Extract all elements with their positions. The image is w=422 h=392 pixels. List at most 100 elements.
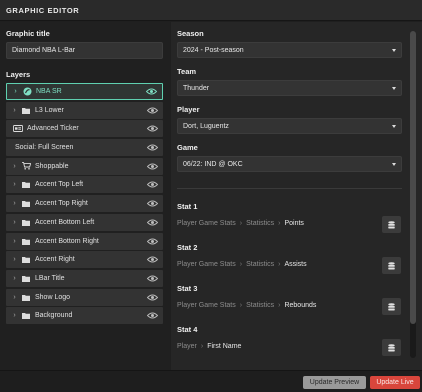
- layer-row[interactable]: › Accent Bottom Right: [6, 232, 163, 250]
- layer-name: Show Logo: [35, 293, 71, 301]
- folder-icon: [21, 180, 31, 190]
- update-preview-button[interactable]: Update Preview: [303, 376, 366, 389]
- visibility-eye-icon[interactable]: [145, 312, 159, 319]
- cart-icon: [21, 161, 31, 171]
- ticker-icon: [13, 124, 23, 134]
- breadcrumb-segment: Statistics: [246, 220, 275, 227]
- visibility-eye-icon[interactable]: [145, 238, 159, 245]
- stat-label: Stat 4: [177, 325, 198, 334]
- layer-name: Advanced Ticker: [27, 125, 79, 133]
- scrollbar-thumb[interactable]: [410, 31, 416, 324]
- database-icon: [388, 261, 395, 269]
- layer-row[interactable]: › Background: [6, 307, 163, 325]
- visibility-eye-icon[interactable]: [145, 181, 159, 188]
- chevron-right-icon[interactable]: ›: [10, 200, 19, 207]
- folder-icon: [21, 292, 31, 302]
- breadcrumb-leaf: Assists: [284, 261, 307, 268]
- layer-row[interactable]: › Accent Right: [6, 251, 163, 269]
- folder-icon: [21, 236, 31, 246]
- visibility-eye-icon[interactable]: [145, 107, 159, 114]
- chevron-right-icon[interactable]: ›: [10, 312, 19, 319]
- layer-name: Accent Top Right: [35, 200, 88, 208]
- stat-breadcrumb: Player Game Stats › Statistics › Rebounds: [177, 302, 316, 309]
- layer-row[interactable]: Social: Full Screen: [6, 139, 163, 157]
- stat-label: Stat 1: [177, 202, 198, 211]
- breadcrumb-leaf: Points: [284, 220, 304, 227]
- layer-row[interactable]: › Shoppable: [6, 157, 163, 175]
- player-select[interactable]: Dort, Luguentz: [177, 118, 402, 134]
- layer-row[interactable]: › Show Logo: [6, 288, 163, 306]
- caret-down-icon: [392, 49, 396, 52]
- layer-row[interactable]: › Accent Bottom Left: [6, 213, 163, 231]
- visibility-eye-icon[interactable]: [145, 144, 159, 151]
- stat-database-button[interactable]: [382, 216, 401, 233]
- chevron-right-icon[interactable]: ›: [10, 294, 19, 301]
- season-value: 2024 - Post-season: [183, 46, 244, 54]
- breadcrumb-segment: Player: [177, 343, 197, 350]
- folder-icon: [21, 273, 31, 283]
- chevron-right-icon[interactable]: ›: [10, 256, 19, 263]
- player-label: Player: [177, 105, 200, 114]
- layer-name: NBA SR: [36, 88, 62, 95]
- stat-breadcrumb: Player Game Stats › Statistics › Assists: [177, 261, 307, 268]
- layers-list: › NBA SR › L3 Lower Advanced Ticker Social: F…: [6, 83, 163, 326]
- visibility-eye-icon[interactable]: [145, 275, 159, 282]
- layers-label: Layers: [6, 70, 31, 79]
- chevron-right-icon: ›: [239, 220, 243, 227]
- layer-row[interactable]: Advanced Ticker: [6, 120, 163, 138]
- chevron-right-icon[interactable]: ›: [10, 181, 19, 188]
- breadcrumb-segment: Player Game Stats: [177, 220, 236, 227]
- graphic-title-label: Graphic title: [6, 29, 50, 38]
- visibility-eye-icon[interactable]: [144, 88, 158, 95]
- season-label: Season: [177, 29, 204, 38]
- team-select[interactable]: Thunder: [177, 80, 402, 96]
- scrollbar[interactable]: [410, 31, 416, 358]
- visibility-eye-icon[interactable]: [145, 125, 159, 132]
- update-live-button[interactable]: Update Live: [370, 376, 420, 389]
- layer-row[interactable]: › LBar Title: [6, 269, 163, 287]
- team-label: Team: [177, 67, 197, 76]
- layer-row[interactable]: › Accent Top Right: [6, 195, 163, 213]
- stat-database-button[interactable]: [382, 257, 401, 274]
- game-select[interactable]: 06/22: IND @ OKC: [177, 156, 402, 172]
- visibility-eye-icon[interactable]: [145, 163, 159, 170]
- team-value: Thunder: [183, 84, 210, 92]
- nba-logo-icon: [22, 87, 32, 97]
- layer-name: Background: [35, 312, 73, 320]
- folder-icon: [21, 311, 31, 321]
- player-value: Dort, Luguentz: [183, 122, 229, 130]
- breadcrumb-segment: Player Game Stats: [177, 261, 236, 268]
- folder-icon: [21, 199, 31, 209]
- layer-row[interactable]: › L3 Lower: [6, 101, 163, 119]
- chevron-right-icon[interactable]: ›: [11, 88, 20, 95]
- visibility-eye-icon[interactable]: [145, 200, 159, 207]
- database-icon: [388, 302, 395, 310]
- breadcrumb-segment: Player Game Stats: [177, 302, 236, 309]
- app-title: GRAPHIC EDITOR: [6, 6, 80, 15]
- stat-breadcrumb: Player Game Stats › Statistics › Points: [177, 220, 304, 227]
- stat-database-button[interactable]: [382, 298, 401, 315]
- chevron-right-icon: ›: [278, 220, 281, 227]
- layer-name: Accent Right: [35, 256, 75, 264]
- chevron-right-icon[interactable]: ›: [10, 275, 19, 282]
- breadcrumb-leaf: Rebounds: [284, 302, 317, 309]
- graphic-title-input[interactable]: Diamond NBA L-Bar: [6, 42, 163, 59]
- app-header: GRAPHIC EDITOR: [0, 0, 422, 21]
- footer: Update Preview Update Live: [0, 370, 422, 392]
- chevron-right-icon: ›: [239, 261, 243, 268]
- visibility-eye-icon[interactable]: [145, 219, 159, 226]
- chevron-right-icon[interactable]: ›: [10, 219, 19, 226]
- layer-name: Accent Top Left: [35, 181, 84, 189]
- layer-row[interactable]: › NBA SR: [6, 83, 163, 100]
- chevron-right-icon[interactable]: ›: [10, 107, 19, 114]
- chevron-right-icon[interactable]: ›: [10, 163, 19, 170]
- season-select[interactable]: 2024 - Post-season: [177, 42, 402, 58]
- stat-database-button[interactable]: [382, 339, 401, 356]
- visibility-eye-icon[interactable]: [145, 294, 159, 301]
- chevron-right-icon: ›: [239, 302, 243, 309]
- chevron-right-icon[interactable]: ›: [10, 238, 19, 245]
- layer-row[interactable]: › Accent Top Left: [6, 176, 163, 194]
- game-value: 06/22: IND @ OKC: [183, 160, 243, 168]
- right-panel: Season 2024 - Post-season Team Thunder P…: [171, 22, 422, 370]
- visibility-eye-icon[interactable]: [145, 256, 159, 263]
